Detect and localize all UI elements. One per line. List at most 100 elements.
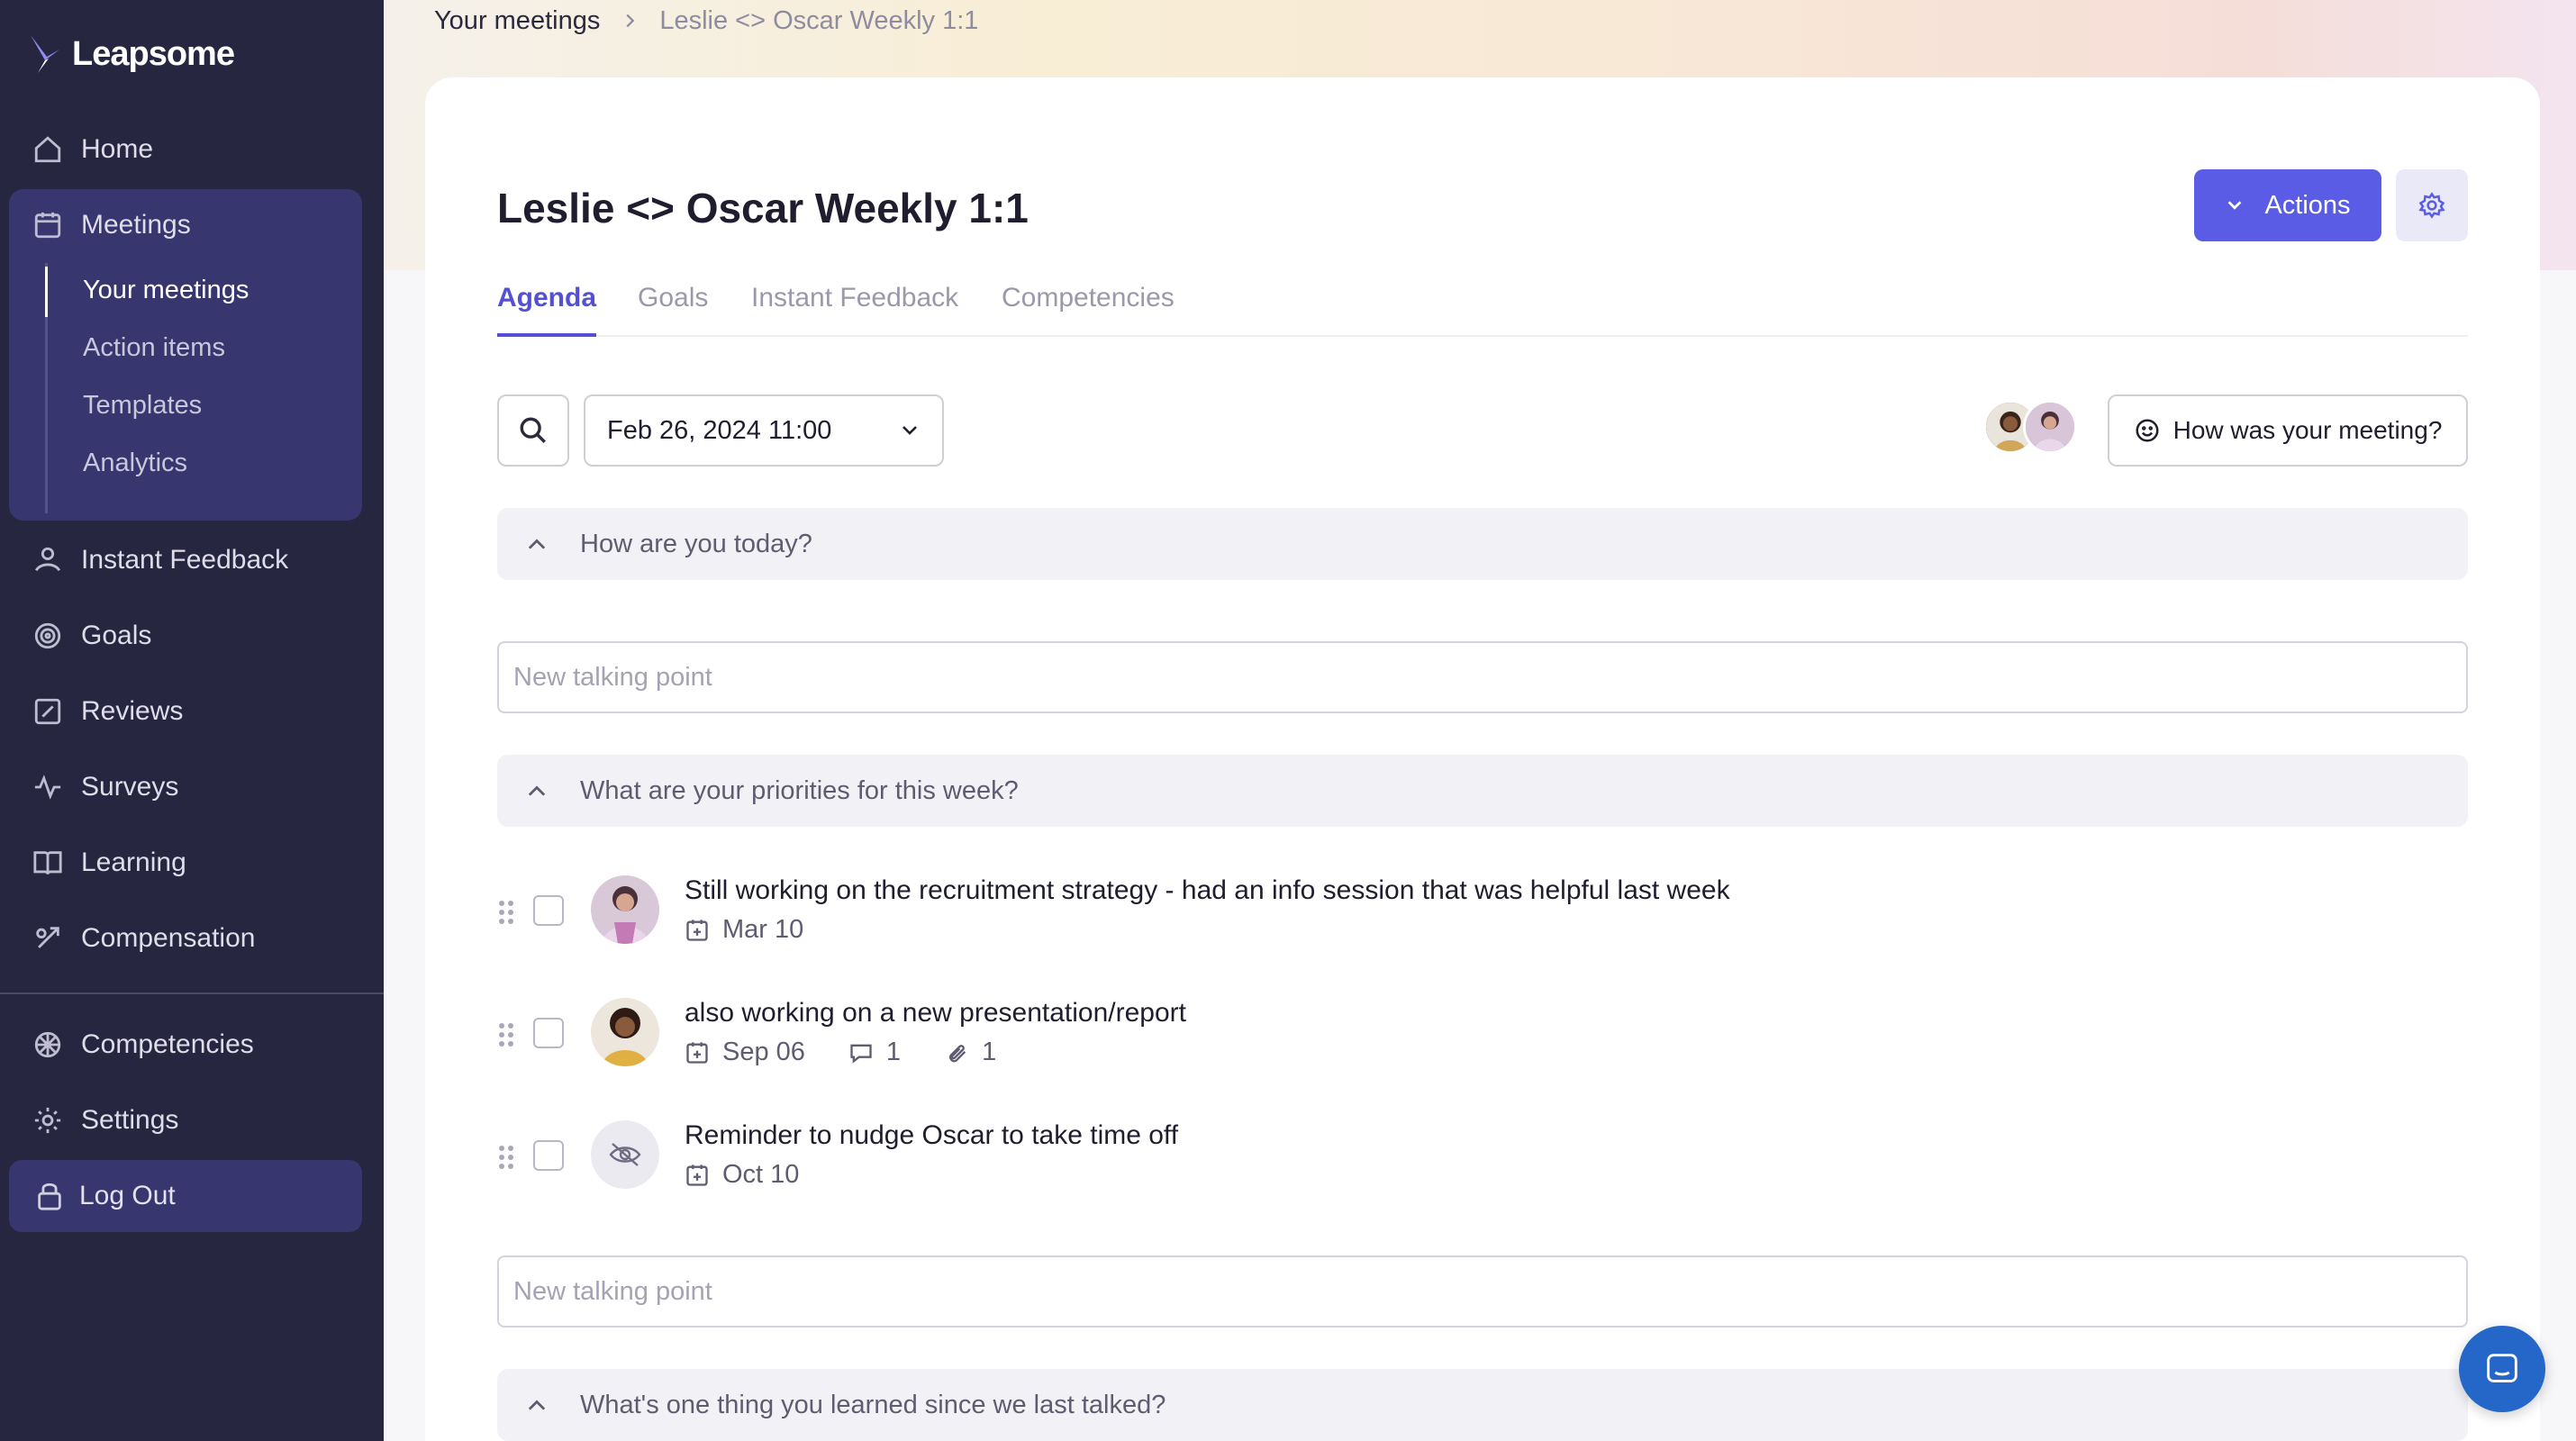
sidebar-item-label: Compensation <box>81 923 256 953</box>
meeting-date-select[interactable]: Feb 26, 2024 11:00 <box>584 394 944 467</box>
support-chat-button[interactable] <box>2459 1326 2545 1412</box>
smiley-icon <box>2136 419 2159 442</box>
goals-icon <box>34 622 61 649</box>
due-date: Mar 10 <box>722 915 804 944</box>
chevron-down-icon <box>903 426 917 435</box>
submenu-rail <box>45 263 48 513</box>
logout-button[interactable]: Log Out <box>9 1160 362 1232</box>
sidebar-item-label: Meetings <box>81 210 191 240</box>
breadcrumb-parent-link[interactable]: Your meetings <box>434 6 600 36</box>
avatar <box>591 998 659 1066</box>
sidebar-item-meetings[interactable]: Meetings <box>9 189 362 261</box>
calendar-icon[interactable] <box>685 1163 710 1188</box>
search-icon <box>520 417 546 443</box>
sidebar-item-reviews[interactable]: Reviews <box>9 675 362 748</box>
sidebar-subitem-analytics[interactable]: Analytics <box>83 436 187 490</box>
agenda-section-title: What's one thing you learned since we la… <box>580 1390 1166 1419</box>
sidebar-item-label: Instant Feedback <box>81 545 289 575</box>
tab-agenda[interactable]: Agenda <box>497 277 597 337</box>
sidebar-item-label: Reviews <box>81 696 184 726</box>
active-indicator <box>45 267 48 317</box>
meetings-icon <box>34 212 61 239</box>
competencies-icon <box>34 1031 61 1058</box>
meeting-feedback-button[interactable]: How was your meeting? <box>2108 394 2468 467</box>
calendar-icon[interactable] <box>685 918 710 943</box>
new-talking-point-input[interactable] <box>497 641 2468 713</box>
sidebar-item-label: Competencies <box>81 1029 254 1059</box>
tab-instant-feedback[interactable]: Instant Feedback <box>751 277 958 335</box>
comment-count: 1 <box>885 1038 902 1066</box>
meeting-settings-button[interactable] <box>2396 169 2468 241</box>
agenda-section-title: What are your priorities for this week? <box>580 775 1019 805</box>
talking-point-checkbox[interactable] <box>533 1018 564 1048</box>
sidebar-item-surveys[interactable]: Surveys <box>9 751 362 823</box>
comment-icon[interactable] <box>848 1040 874 1065</box>
home-icon <box>34 136 61 163</box>
calendar-icon[interactable] <box>685 1040 710 1065</box>
talking-point-meta: Sep 06 1 1 <box>685 1038 996 1067</box>
sidebar-item-label: Learning <box>81 847 186 877</box>
tab-bar: Agenda Goals Instant Feedback Competenci… <box>497 277 2468 337</box>
drag-handle-icon[interactable] <box>497 1021 515 1048</box>
settings-icon <box>34 1107 61 1134</box>
page-title: Leslie <> Oscar Weekly 1:1 <box>497 185 1029 231</box>
avatar <box>591 875 659 944</box>
breadcrumb: Your meetings Leslie <> Oscar Weekly 1:1 <box>434 0 978 41</box>
sidebar-item-home[interactable]: Home <box>9 113 362 186</box>
tab-goals[interactable]: Goals <box>638 277 708 335</box>
new-talking-point-input[interactable] <box>497 1255 2468 1328</box>
sidebar-item-goals[interactable]: Goals <box>9 600 362 672</box>
sidebar-item-learning[interactable]: Learning <box>9 827 362 899</box>
lock-icon <box>38 1183 61 1210</box>
chevron-up-icon <box>528 785 546 796</box>
sidebar-group-meetings: Meetings Your meetings Action items Temp… <box>9 189 362 521</box>
drag-handle-icon[interactable] <box>497 1144 515 1171</box>
leapsome-logo-icon <box>31 35 59 73</box>
eye-off-icon <box>609 1143 641 1166</box>
agenda-section-header[interactable]: What's one thing you learned since we la… <box>497 1369 2468 1441</box>
actions-button[interactable]: Actions <box>2194 169 2381 241</box>
sidebar-item-instant-feedback[interactable]: Instant Feedback <box>9 524 362 596</box>
talking-point-meta: Oct 10 <box>685 1160 799 1190</box>
sidebar-subitem-your-meetings[interactable]: Your meetings <box>83 263 249 317</box>
attachment-count: 1 <box>982 1038 997 1066</box>
talking-point-text[interactable]: Reminder to nudge Oscar to take time off <box>685 1120 1178 1151</box>
talking-point-text[interactable]: Still working on the recruitment strateg… <box>685 875 1730 906</box>
leapsome-logo[interactable]: Leapsome <box>27 27 235 81</box>
due-date: Oct 10 <box>722 1160 800 1189</box>
chevron-up-icon <box>528 539 546 549</box>
sidebar-subitem-action-items[interactable]: Action items <box>83 321 225 375</box>
learning-icon <box>33 851 62 875</box>
feedback-icon <box>34 547 61 572</box>
meeting-card: Leslie <> Oscar Weekly 1:1 Actions Agend… <box>425 77 2540 1441</box>
chevron-right-icon <box>626 14 635 28</box>
sidebar-item-settings[interactable]: Settings <box>9 1084 362 1156</box>
sidebar-item-label: Home <box>81 134 154 164</box>
agenda-section-header[interactable]: How are you today? <box>497 508 2468 580</box>
sidebar-item-label: Settings <box>81 1105 179 1135</box>
talking-point-meta: Mar 10 <box>685 915 803 945</box>
sidebar-subitem-templates[interactable]: Templates <box>83 378 202 432</box>
tab-competencies[interactable]: Competencies <box>1002 277 1175 335</box>
talking-point-checkbox[interactable] <box>533 895 564 926</box>
participant-avatars[interactable] <box>1983 400 2081 458</box>
drag-handle-icon[interactable] <box>497 899 515 926</box>
chat-icon <box>2487 1354 2517 1382</box>
talking-point-item: Reminder to nudge Oscar to take time off… <box>497 1120 2468 1219</box>
agenda-section-title: How are you today? <box>580 529 812 558</box>
chevron-up-icon <box>528 1400 546 1410</box>
logout-label: Log Out <box>79 1181 176 1210</box>
paperclip-icon[interactable] <box>944 1040 969 1065</box>
sidebar-item-compensation[interactable]: Compensation <box>9 902 362 974</box>
meeting-date-value: Feb 26, 2024 11:00 <box>607 415 832 445</box>
breadcrumb-current: Leslie <> Oscar Weekly 1:1 <box>659 5 979 35</box>
private-indicator <box>591 1120 659 1189</box>
search-button[interactable] <box>497 394 569 467</box>
actions-label: Actions <box>2264 190 2351 220</box>
talking-point-checkbox[interactable] <box>533 1140 564 1171</box>
reviews-icon <box>34 698 61 725</box>
talking-point-text[interactable]: also working on a new presentation/repor… <box>685 998 1186 1029</box>
avatar <box>2023 400 2077 454</box>
sidebar-item-competencies[interactable]: Competencies <box>9 1009 362 1081</box>
agenda-section-header[interactable]: What are your priorities for this week? <box>497 755 2468 827</box>
